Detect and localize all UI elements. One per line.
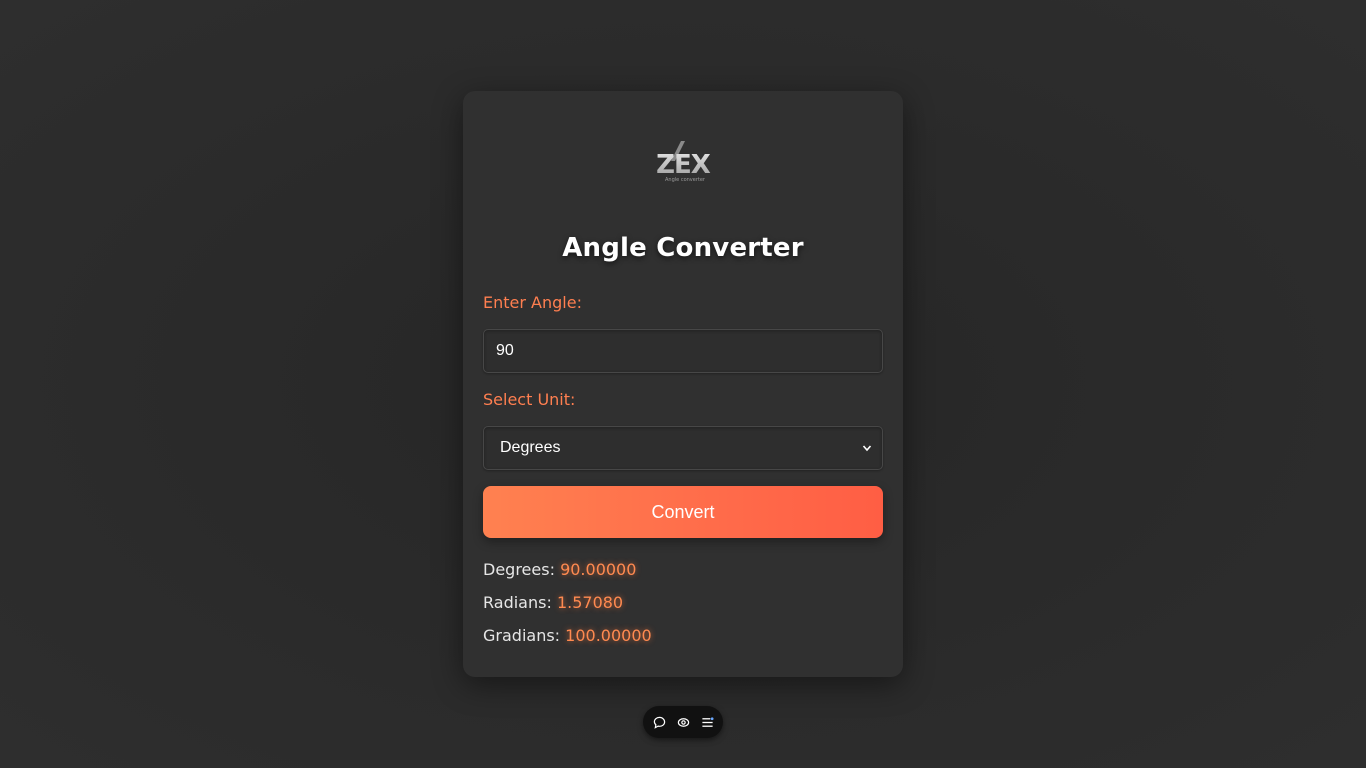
- result-degrees: Degrees: 90.00000: [483, 560, 636, 579]
- result-radians: Radians: 1.57080: [483, 593, 623, 612]
- zex-logo-mark: ZEX Angle converter: [656, 141, 712, 183]
- preview-button[interactable]: [676, 715, 690, 729]
- convert-button[interactable]: Convert: [483, 486, 883, 538]
- page-title: Angle Converter: [562, 233, 804, 263]
- result-gradians: Gradians: 100.00000: [483, 626, 652, 645]
- result-degrees-value: 90.00000: [560, 560, 637, 579]
- angle-label: Enter Angle:: [483, 293, 582, 312]
- result-radians-value: 1.57080: [556, 593, 624, 612]
- floating-toolbar: [643, 706, 723, 738]
- eye-icon: [677, 717, 689, 727]
- chat-button[interactable]: [652, 715, 666, 729]
- svg-text:ZEX: ZEX: [656, 150, 711, 180]
- menu-icon: [701, 716, 714, 727]
- converter-card: ZEX Angle converter Angle Converter Ente…: [463, 91, 903, 677]
- zex-logo: ZEX Angle converter: [463, 139, 903, 187]
- result-radians-label: Radians:: [483, 593, 552, 612]
- chevron-down-icon: [862, 445, 872, 452]
- unit-select-value: Degrees: [500, 439, 561, 456]
- svg-text:Angle converter: Angle converter: [665, 177, 706, 183]
- result-gradians-label: Gradians:: [483, 626, 561, 645]
- result-gradians-value: 100.00000: [565, 626, 652, 645]
- chat-icon: [653, 716, 665, 729]
- result-degrees-label: Degrees:: [483, 560, 555, 579]
- unit-label: Select Unit:: [483, 390, 576, 409]
- angle-input[interactable]: [483, 329, 883, 373]
- menu-button[interactable]: [700, 715, 714, 729]
- unit-select[interactable]: Degrees: [483, 426, 883, 470]
